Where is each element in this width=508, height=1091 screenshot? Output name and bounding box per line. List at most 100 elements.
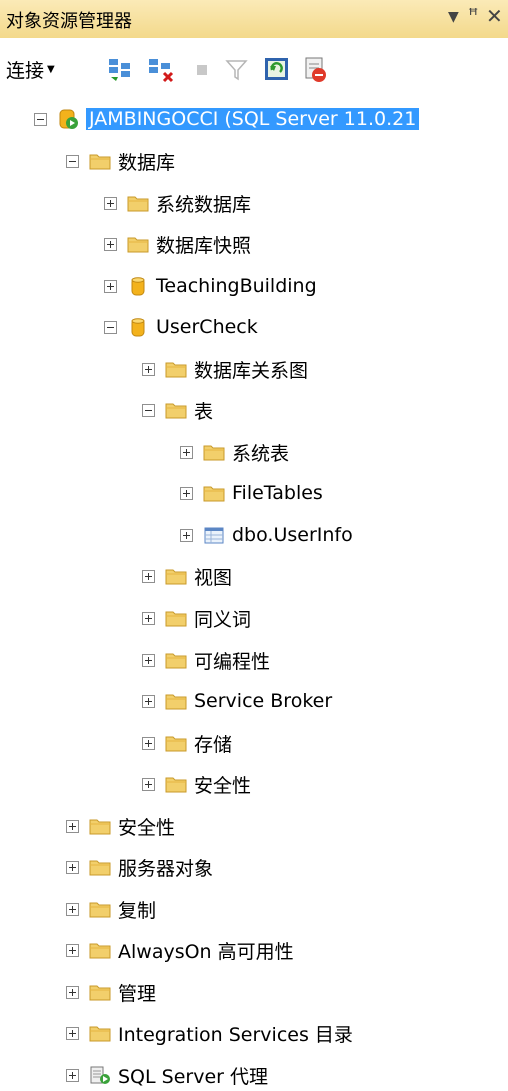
tree-node-label: JAMBINGOCCI (SQL Server 11.0.21	[86, 108, 420, 130]
tree-node-label: 数据库关系图	[194, 359, 309, 382]
tree-node-usercheck[interactable]: UserCheck	[104, 311, 258, 343]
disconnect-button[interactable]	[146, 54, 176, 84]
collapse-icon[interactable]	[34, 112, 47, 126]
folder-icon	[89, 943, 111, 959]
expand-icon[interactable]	[142, 777, 155, 791]
tree-node-服务器对象[interactable]: 服务器对象	[66, 851, 213, 883]
filter-icon	[225, 60, 248, 81]
activity-monitor-icon	[305, 57, 326, 82]
folder-icon	[165, 736, 187, 752]
connect-object-explorer-button[interactable]	[106, 54, 136, 84]
expand-icon[interactable]	[180, 528, 193, 542]
close-icon[interactable]: ✕	[486, 4, 503, 28]
expand-icon[interactable]	[104, 196, 117, 210]
folder-icon	[127, 237, 149, 253]
tree-node-service-broker[interactable]: Service Broker	[142, 685, 332, 717]
expand-icon[interactable]	[104, 237, 117, 251]
tree-node-label: 表	[194, 400, 214, 423]
filter-button	[224, 54, 250, 84]
expand-icon[interactable]	[142, 362, 155, 376]
connect-label: 连接	[6, 59, 45, 82]
tree-node-label: 服务器对象	[118, 857, 214, 880]
expand-icon[interactable]	[66, 1068, 79, 1082]
expand-icon[interactable]	[66, 860, 79, 874]
summary-button[interactable]	[300, 54, 330, 84]
panel-title: 对象资源管理器	[6, 11, 132, 32]
tree-node-label: Service Broker	[194, 690, 333, 712]
tree-node-数据库[interactable]: 数据库	[66, 145, 175, 177]
tree-node-安全性[interactable]: 安全性	[66, 810, 175, 842]
tree-node-dbo-userinfo[interactable]: dbo.UserInfo	[180, 519, 353, 551]
stop-icon	[197, 65, 207, 75]
expand-icon[interactable]	[142, 653, 155, 667]
collapse-icon[interactable]	[66, 154, 79, 168]
expand-icon[interactable]	[142, 569, 155, 583]
tree-node-label: 视图	[194, 566, 233, 589]
tree-node-jambingocci-sql-server-11-0-21[interactable]: JAMBINGOCCI (SQL Server 11.0.21	[34, 103, 420, 135]
folder-icon	[89, 860, 111, 876]
database-icon	[131, 277, 145, 296]
panel-titlebar: 对象资源管理器 ▼ ꟸ ✕	[0, 0, 508, 39]
collapse-icon[interactable]	[104, 320, 117, 334]
tree-node-数据库快照[interactable]: 数据库快照	[104, 228, 251, 260]
table-icon	[204, 527, 224, 544]
toolbar: 连接 ▼	[0, 38, 508, 100]
tree-node-存储[interactable]: 存储	[142, 727, 232, 759]
folder-icon	[165, 569, 187, 585]
tree-node-label: 系统数据库	[156, 193, 252, 216]
tree-node-label: 安全性	[194, 774, 252, 797]
tree-node-filetables[interactable]: FileTables	[180, 477, 323, 509]
folder-icon	[127, 196, 149, 212]
tree-node-label: AlwaysOn 高可用性	[118, 940, 294, 963]
expand-icon[interactable]	[104, 279, 117, 293]
refresh-icon	[265, 58, 288, 80]
database-icon	[131, 318, 145, 337]
tree-node-同义词[interactable]: 同义词	[142, 602, 251, 634]
tree-node-数据库关系图[interactable]: 数据库关系图	[142, 353, 308, 385]
expand-icon[interactable]	[180, 445, 193, 459]
expand-icon[interactable]	[142, 694, 155, 708]
tree-node-label: 安全性	[118, 816, 176, 839]
tree-node-label: 同义词	[194, 608, 252, 631]
expand-icon[interactable]	[142, 611, 155, 625]
agent-icon	[90, 1066, 110, 1084]
refresh-button[interactable]	[262, 54, 292, 84]
folder-icon	[89, 819, 111, 835]
expand-icon[interactable]	[66, 1026, 79, 1040]
folder-icon	[89, 902, 111, 918]
tree-node-安全性[interactable]: 安全性	[142, 768, 251, 800]
pin-icon[interactable]: ꟸ	[468, 5, 478, 26]
connect-server-icon	[109, 59, 130, 81]
tree-node-label: 系统表	[232, 442, 290, 465]
expand-icon[interactable]	[66, 819, 79, 833]
folder-icon	[165, 362, 187, 378]
expand-icon[interactable]	[66, 985, 79, 999]
expand-icon[interactable]	[180, 486, 193, 500]
tree-node-label: FileTables	[232, 482, 323, 504]
folder-icon	[165, 403, 187, 419]
connect-button[interactable]: 连接 ▼	[6, 54, 55, 84]
expand-icon[interactable]	[66, 943, 79, 957]
tree-node-系统数据库[interactable]: 系统数据库	[104, 187, 251, 219]
tree-node-可编程性[interactable]: 可编程性	[142, 644, 270, 676]
tree-node-管理[interactable]: 管理	[66, 976, 156, 1008]
expand-icon[interactable]	[66, 902, 79, 916]
tree-node-表[interactable]: 表	[142, 394, 213, 426]
tree-node-label: UserCheck	[156, 316, 258, 338]
tree-node-视图[interactable]: 视图	[142, 560, 232, 592]
folder-icon	[203, 445, 225, 461]
tree-node-alwayson-高可用性[interactable]: AlwaysOn 高可用性	[66, 934, 294, 966]
collapse-icon[interactable]	[142, 403, 155, 417]
folder-icon	[165, 694, 187, 710]
panel-menu-dropdown[interactable]: ▼	[448, 9, 459, 25]
tree-node-teachingbuilding[interactable]: TeachingBuilding	[104, 270, 317, 302]
expand-icon[interactable]	[142, 736, 155, 750]
tree-node-sql-server-代理[interactable]: SQL Server 代理	[66, 1059, 268, 1091]
tree-node-integration-services-目录[interactable]: Integration Services 目录	[66, 1017, 353, 1049]
tree-node-复制[interactable]: 复制	[66, 893, 156, 925]
tree-node-系统表[interactable]: 系统表	[180, 436, 289, 468]
stop-button	[192, 54, 214, 84]
tree-node-label: 可编程性	[194, 650, 271, 673]
folder-icon	[165, 611, 187, 627]
folder-icon	[89, 985, 111, 1001]
